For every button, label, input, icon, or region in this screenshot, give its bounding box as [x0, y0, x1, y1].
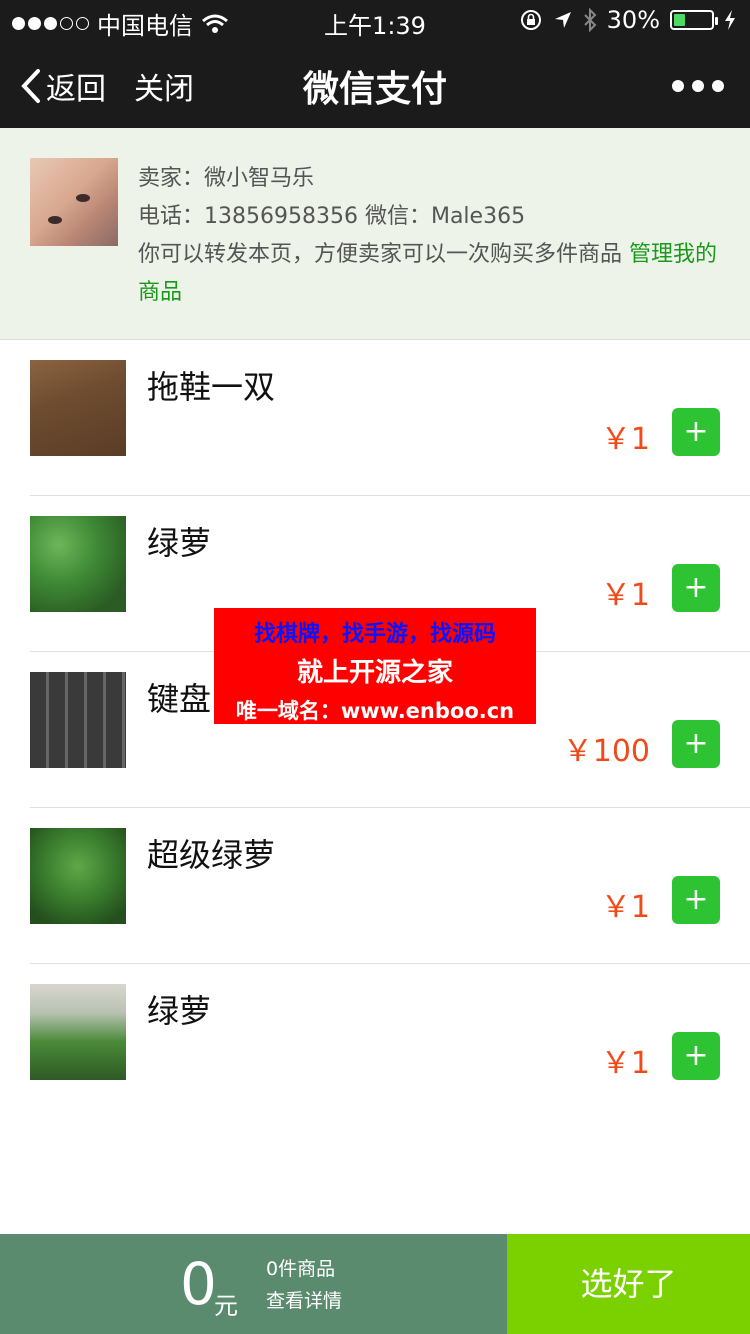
- close-button[interactable]: 关闭: [134, 64, 194, 108]
- add-to-cart-button[interactable]: +: [672, 564, 720, 612]
- product-image: [30, 672, 126, 768]
- cart-total-unit: 元: [214, 1292, 238, 1320]
- product-image: [30, 516, 126, 612]
- seller-contact: 电话：13856958356 微信：Male365: [138, 204, 526, 229]
- chevron-left-icon: [21, 69, 40, 103]
- status-right: 30%: [519, 6, 736, 34]
- page-title: 微信支付: [302, 69, 447, 110]
- battery-icon: [670, 10, 718, 30]
- product-item: 超级绿萝 ￥1 +: [0, 808, 750, 964]
- back-button[interactable]: 返回: [20, 64, 106, 108]
- add-to-cart-button[interactable]: +: [672, 876, 720, 924]
- product-price: ￥1: [600, 422, 650, 457]
- charging-bolt-icon: [725, 10, 735, 30]
- cart-total: 0: [180, 1250, 217, 1318]
- seller-name: 卖家：微小智马乐: [138, 166, 315, 191]
- product-price: ￥100: [562, 734, 650, 769]
- add-to-cart-button[interactable]: +: [672, 1032, 720, 1080]
- product-image: [30, 984, 126, 1080]
- location-arrow-icon: [554, 12, 571, 28]
- product-name: 超级绿萝: [147, 836, 276, 874]
- product-item: 绿萝 ￥1 +: [0, 964, 750, 1120]
- cart-summary: 0 元 0件商品 查看详情: [0, 1234, 507, 1334]
- more-dots-icon[interactable]: [672, 80, 724, 92]
- product-name: 键盘: [147, 680, 212, 718]
- seller-hint-text: 你可以转发本页，方便卖家可以一次购买多件商品: [138, 242, 629, 267]
- product-price: ￥1: [600, 578, 650, 613]
- product-price: ￥1: [600, 1046, 650, 1081]
- view-details-link[interactable]: 查看详情: [266, 1286, 342, 1313]
- product-image: [30, 828, 126, 924]
- seller-card: 卖家：微小智马乐 电话：13856958356 微信：Male365 你可以转发…: [0, 128, 750, 340]
- ad-line-2: 就上开源之家: [296, 658, 453, 688]
- nav-bar: 返回 关闭 微信支付: [0, 40, 750, 128]
- confirm-button[interactable]: 选好了: [507, 1234, 750, 1334]
- battery-percent: 30%: [606, 6, 660, 34]
- seller-info: 卖家：微小智马乐 电话：13856958356 微信：Male365 你可以转发…: [138, 160, 718, 312]
- bottom-bar: 0 元 0件商品 查看详情 选好了: [0, 1234, 750, 1334]
- bluetooth-icon: [583, 8, 597, 32]
- ad-banner[interactable]: 找棋牌，找手游，找源码 就上开源之家 唯一域名：www.enboo.cn: [214, 608, 536, 724]
- product-image: [30, 360, 126, 456]
- add-to-cart-button[interactable]: +: [672, 408, 720, 456]
- ad-line-1: 找棋牌，找手游，找源码: [253, 622, 496, 647]
- product-name: 绿萝: [147, 524, 212, 562]
- product-list: 拖鞋一双 ￥1 + 绿萝 ￥1 + 键盘 ￥100 + 超级绿萝 ￥1 + 绿萝…: [0, 340, 750, 1120]
- status-bar: 中国电信 上午1:39 30%: [0, 0, 750, 40]
- product-name: 拖鞋一双: [147, 368, 276, 406]
- back-label: 返回: [46, 72, 106, 107]
- product-name: 绿萝: [147, 992, 212, 1030]
- cart-item-count: 0件商品: [266, 1258, 336, 1280]
- product-item: 拖鞋一双 ￥1 +: [0, 340, 750, 496]
- lock-rotation-icon: [520, 10, 541, 30]
- seller-avatar: [30, 158, 118, 246]
- seller-hint: 你可以转发本页，方便卖家可以一次购买多件商品 管理我的商品: [138, 236, 718, 312]
- product-price: ￥1: [600, 890, 650, 925]
- ad-line-3: 唯一域名：www.enboo.cn: [235, 699, 515, 723]
- add-to-cart-button[interactable]: +: [672, 720, 720, 768]
